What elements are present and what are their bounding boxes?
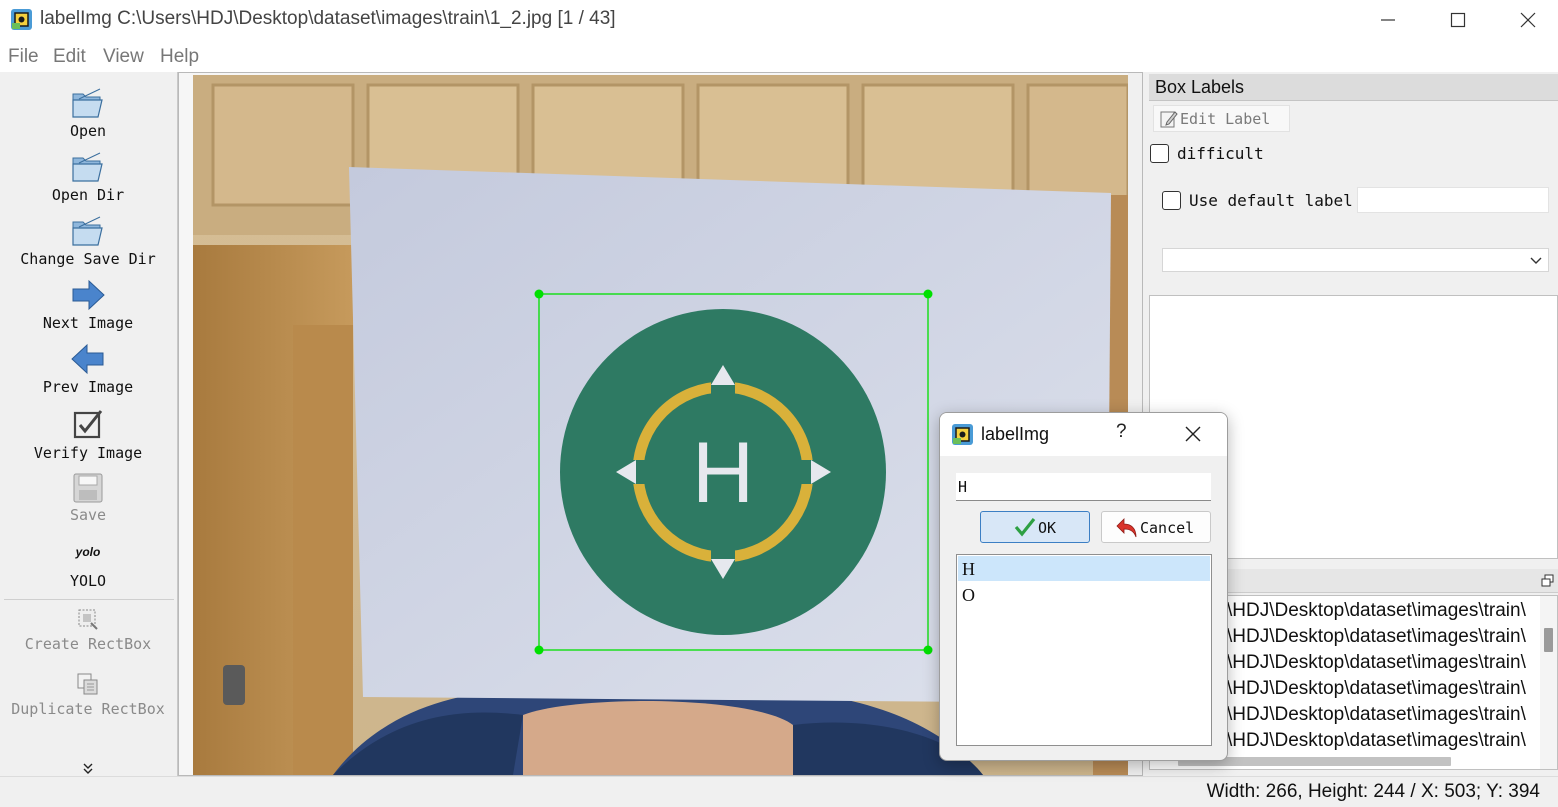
duplicate-rectbox-button[interactable]: Duplicate RectBox xyxy=(0,672,176,718)
open-dir-button[interactable]: Open Dir xyxy=(0,150,176,204)
maximize-button[interactable] xyxy=(1423,0,1493,40)
box-handle[interactable] xyxy=(534,289,544,299)
arrow-left-icon xyxy=(71,343,104,375)
label-history-list[interactable]: H O xyxy=(956,554,1212,746)
maximize-icon xyxy=(1450,12,1466,28)
create-rectbox-button[interactable]: Create RectBox xyxy=(0,607,176,653)
dock-title: Box Labels xyxy=(1149,74,1558,101)
toolbar-separator xyxy=(4,599,174,600)
float-dock-icon[interactable] xyxy=(1541,574,1554,587)
floppy-disk-icon xyxy=(73,473,103,503)
menu-help[interactable]: Help xyxy=(160,46,199,68)
window-titlebar: labelImg C:\Users\HDJ\Desktop\dataset\im… xyxy=(0,0,1558,40)
list-item[interactable]: \HDJ\Desktop\dataset\images\train\ xyxy=(1227,626,1526,648)
list-item[interactable]: O xyxy=(958,582,1210,607)
list-item[interactable]: \HDJ\Desktop\dataset\images\train\ xyxy=(1227,730,1526,752)
use-default-label-checkbox[interactable] xyxy=(1162,191,1181,210)
prev-image-button[interactable]: Prev Image xyxy=(0,342,176,396)
close-icon[interactable] xyxy=(1185,426,1201,442)
scrollbar-thumb[interactable] xyxy=(1544,628,1553,652)
menu-file[interactable]: File xyxy=(8,46,39,68)
change-save-dir-button[interactable]: Change Save Dir xyxy=(0,214,176,268)
difficult-label: difficult xyxy=(1177,144,1264,163)
verify-image-button[interactable]: Verify Image xyxy=(0,408,176,462)
file-list-scrollbar[interactable] xyxy=(1540,596,1557,769)
dock-title-text: Box Labels xyxy=(1155,77,1245,97)
yolo-icon: yolo xyxy=(75,545,101,559)
edit-label-text: Edit Label xyxy=(1180,110,1271,128)
list-item[interactable]: \HDJ\Desktop\dataset\images\train\ xyxy=(1227,652,1526,674)
tool-label: Next Image xyxy=(42,314,134,332)
tool-label: Prev Image xyxy=(42,378,134,396)
tool-label: YOLO xyxy=(69,572,107,590)
ok-label: OK xyxy=(1038,519,1057,537)
status-text: Width: 266, Height: 244 / X: 503; Y: 394 xyxy=(1206,781,1540,802)
list-item[interactable]: \HDJ\Desktop\dataset\images\train\ xyxy=(1227,704,1526,726)
tool-label: Verify Image xyxy=(33,444,143,462)
list-item[interactable]: \HDJ\Desktop\dataset\images\train\ xyxy=(1227,678,1526,700)
duplicate-icon xyxy=(77,673,98,695)
minimize-button[interactable] xyxy=(1353,0,1423,40)
status-bar: Width: 266, Height: 244 / X: 503; Y: 394 xyxy=(0,776,1558,807)
close-button[interactable] xyxy=(1493,0,1558,40)
undo-arrow-icon xyxy=(1116,518,1137,538)
tool-label: Change Save Dir xyxy=(20,250,156,268)
tool-label: Create RectBox xyxy=(24,635,152,653)
tool-label: Open xyxy=(69,122,107,140)
label-dialog: labelImg ? OK Cancel H O xyxy=(939,412,1228,761)
box-handle[interactable] xyxy=(923,289,933,299)
tool-label: Save xyxy=(69,506,107,524)
left-toolbar: Open Open Dir Change Save Dir Next Image… xyxy=(0,72,178,776)
menu-edit[interactable]: Edit xyxy=(53,46,86,68)
box-handle[interactable] xyxy=(923,645,933,655)
marker-letter: H xyxy=(692,425,754,521)
use-default-label-text: Use default label xyxy=(1189,191,1353,210)
next-image-button[interactable]: Next Image xyxy=(0,278,176,332)
checkbox-icon xyxy=(73,410,103,439)
folder-open-icon xyxy=(72,88,103,118)
checkmark-icon xyxy=(1014,518,1036,537)
minimize-icon xyxy=(1381,19,1395,21)
label-filter-combo[interactable] xyxy=(1162,248,1549,272)
cancel-button[interactable]: Cancel xyxy=(1101,511,1211,543)
cancel-label: Cancel xyxy=(1140,519,1195,537)
tool-label: Duplicate RectBox xyxy=(11,700,165,718)
rectbox-icon xyxy=(78,609,98,630)
close-icon xyxy=(1520,12,1536,28)
window-title: labelImg C:\Users\HDJ\Desktop\dataset\im… xyxy=(40,8,616,29)
yolo-format-button[interactable]: yolo YOLO xyxy=(0,542,176,590)
arrow-right-icon xyxy=(72,279,105,311)
default-label-input[interactable] xyxy=(1357,187,1549,213)
ok-button[interactable]: OK xyxy=(980,511,1090,543)
labelimg-app-icon xyxy=(952,424,973,445)
edit-icon xyxy=(1160,111,1178,128)
folder-open-icon xyxy=(72,152,103,182)
dialog-titlebar: labelImg ? xyxy=(940,413,1227,456)
dialog-title: labelImg xyxy=(981,424,1050,444)
list-item[interactable]: H xyxy=(958,556,1210,581)
folder-open-icon xyxy=(72,216,103,246)
label-input[interactable] xyxy=(956,473,1211,501)
edit-label-button[interactable]: Edit Label xyxy=(1153,105,1290,132)
chevron-double-down-icon[interactable] xyxy=(81,761,95,775)
open-button[interactable]: Open xyxy=(0,86,176,140)
difficult-checkbox[interactable] xyxy=(1150,144,1169,163)
list-item[interactable]: \HDJ\Desktop\dataset\images\train\ xyxy=(1227,600,1526,622)
menu-bar: File Edit View Help xyxy=(0,40,1558,72)
help-button[interactable]: ? xyxy=(1116,421,1127,443)
save-button[interactable]: Save xyxy=(0,472,176,524)
menu-view[interactable]: View xyxy=(103,46,144,68)
labelimg-app-icon xyxy=(11,9,32,30)
box-handle[interactable] xyxy=(534,645,544,655)
chevron-down-icon xyxy=(1530,257,1542,264)
tool-label: Open Dir xyxy=(51,186,125,204)
file-list-titlebar xyxy=(1228,569,1558,593)
